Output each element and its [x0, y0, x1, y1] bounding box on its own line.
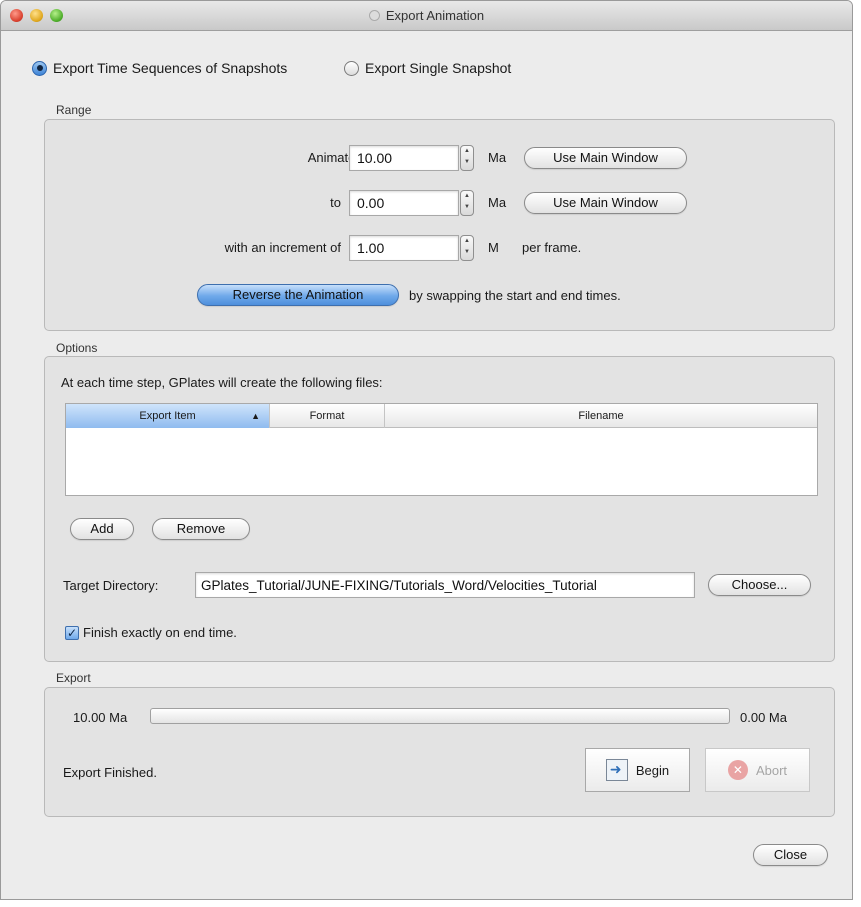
options-group-label: Options	[56, 341, 98, 355]
target-directory-input[interactable]	[195, 572, 695, 598]
range-group: Animate from ▲▼ Ma Use Main Window to ▲▼…	[44, 119, 835, 331]
radio-unselected-icon	[344, 60, 359, 76]
increment-input[interactable]	[349, 235, 459, 261]
range-group-label: Range	[56, 103, 92, 117]
radio-export-sequence[interactable]: Export Time Sequences of Snapshots	[32, 60, 287, 76]
begin-button-label: Begin	[635, 762, 670, 778]
export-progress-bar	[150, 708, 730, 724]
title-bar[interactable]: Export Animation	[1, 1, 852, 31]
export-group-label: Export	[56, 671, 91, 685]
sort-ascending-icon: ▲	[251, 411, 260, 421]
export-status: Export Finished.	[63, 765, 157, 780]
increment-stepper[interactable]: ▲ ▼	[460, 235, 474, 261]
table-header: Export Item ▲ Format Filename	[66, 404, 817, 428]
animate-to-stepper[interactable]: ▲ ▼	[460, 190, 474, 216]
finish-on-end-checkbox[interactable]: ✓ Finish exactly on end time.	[65, 625, 237, 640]
animate-from-unit: Ma	[488, 150, 507, 165]
options-group: At each time step, GPlates will create t…	[44, 356, 835, 662]
window-title: Export Animation	[1, 8, 852, 23]
remove-button[interactable]: Remove	[152, 518, 250, 540]
window-title-text: Export Animation	[385, 8, 485, 23]
column-format-label: Format	[309, 410, 345, 422]
radio-export-sequence-label: Export Time Sequences of Snapshots	[53, 60, 288, 76]
radio-export-single-label: Export Single Snapshot	[365, 60, 512, 76]
begin-button[interactable]: Begin	[585, 748, 690, 792]
column-format[interactable]: Format	[270, 404, 385, 428]
use-main-window-from-button[interactable]: Use Main Window	[524, 147, 687, 169]
checkbox-checked-icon: ✓	[65, 625, 79, 640]
export-animation-window: Export Animation Export Time Sequences o…	[0, 0, 853, 900]
begin-export-icon	[605, 759, 628, 781]
export-group: 10.00 Ma 0.00 Ma Export Finished. Begin …	[44, 687, 835, 817]
options-intro: At each time step, GPlates will create t…	[61, 375, 383, 390]
increment-unit: M	[488, 240, 499, 255]
column-export-item[interactable]: Export Item ▲	[66, 404, 270, 428]
abort-button[interactable]: ✕ Abort	[705, 748, 810, 792]
radio-selected-icon	[32, 60, 47, 76]
increment-label: with an increment of	[224, 240, 341, 255]
column-export-item-label: Export Item	[139, 410, 196, 422]
animate-to-unit: Ma	[488, 195, 507, 210]
target-directory-label: Target Directory:	[63, 578, 159, 593]
app-icon	[368, 10, 380, 21]
close-button[interactable]: Close	[753, 844, 828, 866]
abort-stop-icon: ✕	[727, 760, 748, 780]
column-filename[interactable]: Filename	[385, 404, 817, 428]
add-button[interactable]: Add	[70, 518, 134, 540]
reverse-animation-button[interactable]: Reverse the Animation	[197, 284, 399, 306]
radio-export-single[interactable]: Export Single Snapshot	[344, 60, 511, 76]
use-main-window-to-button[interactable]: Use Main Window	[524, 192, 687, 214]
animate-from-input[interactable]	[349, 145, 459, 171]
per-frame-label: per frame.	[522, 240, 582, 255]
abort-button-label: Abort	[755, 762, 788, 778]
finish-on-end-label: Finish exactly on end time.	[83, 625, 237, 640]
reverse-hint: by swapping the start and end times.	[409, 288, 621, 303]
animate-to-label: to	[330, 195, 341, 210]
export-end-time: 0.00 Ma	[740, 710, 787, 725]
export-items-table[interactable]: Export Item ▲ Format Filename	[65, 403, 818, 496]
column-filename-label: Filename	[578, 410, 624, 422]
export-start-time: 10.00 Ma	[73, 710, 128, 725]
animate-from-stepper[interactable]: ▲ ▼	[460, 145, 474, 171]
animate-to-input[interactable]	[349, 190, 459, 216]
choose-button[interactable]: Choose...	[708, 574, 811, 596]
